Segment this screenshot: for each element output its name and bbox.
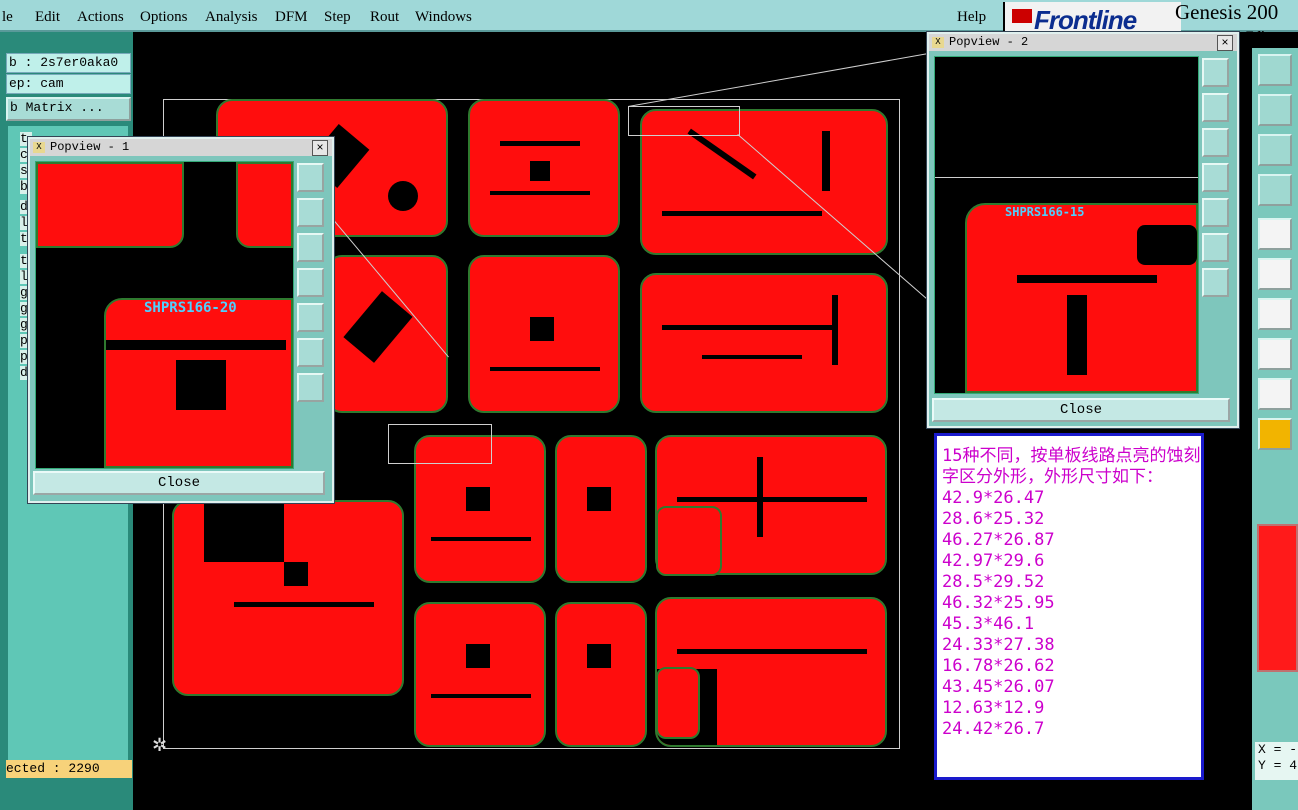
size-item: 42.97*29.6 xyxy=(942,551,1045,571)
menu-dfm[interactable]: DFM xyxy=(275,9,308,26)
popview-1-window: X Popview - 1 × SHPRS166-20 Close xyxy=(28,137,334,503)
popview-1-title: Popview - 1 xyxy=(50,140,130,154)
chip-area xyxy=(176,360,226,410)
pan-down-icon[interactable] xyxy=(1202,128,1229,157)
pan-up-icon[interactable] xyxy=(1258,54,1292,86)
popview-1-close-button[interactable]: Close xyxy=(33,471,325,495)
pcb-copper xyxy=(104,298,293,468)
editor-name: c Editor xyxy=(1236,28,1279,43)
menu-edit[interactable]: Edit xyxy=(35,9,60,26)
size-item: 46.27*26.87 xyxy=(942,530,1055,550)
dimension-note: 15种不同，按单板线路点亮的蚀刻字区分外形，外形尺寸如下： 42.9*26.47… xyxy=(934,433,1204,780)
product-name: Genesis 200 xyxy=(1175,0,1279,24)
menu-actions[interactable]: Actions xyxy=(77,9,124,26)
zoom-fit-icon[interactable] xyxy=(297,163,324,192)
pcb-board xyxy=(468,255,620,413)
pan-left-icon[interactable] xyxy=(297,268,324,297)
pcb-board xyxy=(555,602,647,747)
menu-help[interactable]: Help xyxy=(957,9,986,26)
pcb-board xyxy=(656,506,722,576)
size-item: 46.32*25.95 xyxy=(942,593,1055,613)
zoom-box-1 xyxy=(388,424,492,464)
board-label: SHPRS166-20 xyxy=(144,300,237,316)
pan-left-icon[interactable] xyxy=(1258,94,1292,126)
pcb-copper xyxy=(965,203,1198,393)
pcb-board xyxy=(172,500,404,696)
x-logo-icon: X xyxy=(33,142,45,153)
trace-gap xyxy=(1067,295,1087,375)
close-icon[interactable]: × xyxy=(312,140,328,156)
zoom-in-icon[interactable] xyxy=(297,373,324,402)
pan-right-icon[interactable] xyxy=(1202,198,1229,227)
popview-1-view[interactable]: SHPRS166-20 xyxy=(35,161,294,469)
close-icon[interactable]: × xyxy=(1217,35,1233,51)
zoom-guide-line xyxy=(935,177,1198,178)
job-field: b : 2s7er0aka0 xyxy=(6,53,131,73)
zoom-fit-icon[interactable] xyxy=(1258,134,1292,166)
size-item: 24.42*26.7 xyxy=(942,719,1045,739)
board-label: SHPRS166-15 xyxy=(1005,205,1085,219)
pcb-copper xyxy=(36,162,184,248)
popview-2-close-button[interactable]: Close xyxy=(932,398,1230,422)
trace-gap xyxy=(106,340,286,350)
pcb-board xyxy=(414,602,546,747)
popview-2-view[interactable]: SHPRS166-15 xyxy=(934,56,1199,394)
right-toolbar xyxy=(1252,48,1298,810)
pan-up-icon[interactable] xyxy=(297,198,324,227)
x-logo-icon: X xyxy=(932,37,944,48)
popview-2-window: X Popview - 2 × SHPRS166-15 Close xyxy=(927,32,1239,428)
step-field: ep: cam xyxy=(6,74,131,94)
size-item: 28.5*29.52 xyxy=(942,572,1045,592)
pan-right-icon[interactable] xyxy=(297,303,324,332)
coordinate-readout: X = - Y = 4 xyxy=(1255,742,1298,780)
pad-icon[interactable] xyxy=(1258,218,1292,250)
zoom-fit-icon[interactable] xyxy=(1202,58,1229,87)
menu-step[interactable]: Step xyxy=(324,9,351,26)
pcb-board xyxy=(656,667,700,739)
size-item: 42.9*26.47 xyxy=(942,488,1045,508)
pcb-copper xyxy=(236,162,293,248)
origin-icon: ✲ xyxy=(152,735,168,756)
pcb-board xyxy=(640,273,888,413)
pcb-board xyxy=(468,99,620,237)
size-item: 24.33*27.38 xyxy=(942,635,1055,655)
matrix-button[interactable]: b Matrix ... xyxy=(6,97,131,121)
menu-rout[interactable]: Rout xyxy=(370,9,399,26)
size-item: 28.6*25.32 xyxy=(942,509,1045,529)
snap-icon[interactable] xyxy=(1258,338,1292,370)
y-coordinate: Y = 4 xyxy=(1258,758,1298,773)
zoom-box-2 xyxy=(628,106,740,136)
menu-options[interactable]: Options xyxy=(140,9,188,26)
note-text: 15种不同，按单板线路点亮的蚀刻字区分外形，外形尺寸如下： xyxy=(942,446,1201,487)
menu-windows[interactable]: Windows xyxy=(415,9,472,26)
size-item: 43.45*26.07 xyxy=(942,677,1055,697)
trace-gap xyxy=(1137,225,1197,265)
popview-1-titlebar[interactable]: X Popview - 1 × xyxy=(30,139,332,156)
net-icon[interactable] xyxy=(1258,258,1292,290)
line-icon[interactable] xyxy=(1258,298,1292,330)
menu-analysis[interactable]: Analysis xyxy=(205,9,258,26)
popview-2-titlebar[interactable]: X Popview - 2 × xyxy=(929,34,1237,51)
zoom-in-icon[interactable] xyxy=(1202,268,1229,297)
frontline-logo-icon xyxy=(1012,9,1032,23)
popview-2-title: Popview - 2 xyxy=(949,35,1029,49)
x-coordinate: X = - xyxy=(1258,742,1298,757)
size-item: 45.3*46.1 xyxy=(942,614,1035,634)
zoom-out-icon[interactable] xyxy=(1202,233,1229,262)
size-item: 16.78*26.62 xyxy=(942,656,1055,676)
pcb-board xyxy=(555,435,647,583)
pan-up-icon[interactable] xyxy=(1202,93,1229,122)
zoom-out-icon[interactable] xyxy=(297,338,324,367)
trace-gap xyxy=(1017,275,1157,283)
triangle-icon[interactable] xyxy=(1258,378,1292,410)
pan-left-icon[interactable] xyxy=(1202,163,1229,192)
pan-down-icon[interactable] xyxy=(297,233,324,262)
menu-file[interactable]: le xyxy=(2,9,13,26)
measure-icon[interactable] xyxy=(1258,174,1292,206)
selected-count: ected : 2290 xyxy=(6,760,132,778)
size-item: 12.63*12.9 xyxy=(942,698,1045,718)
mini-map[interactable] xyxy=(1257,524,1298,672)
pointer-icon[interactable] xyxy=(1258,418,1292,450)
